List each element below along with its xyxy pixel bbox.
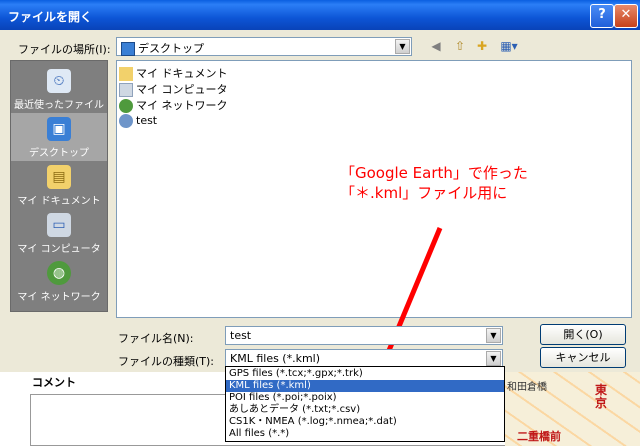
- annotation-line-2: 「＊.kml」ファイル用に: [340, 184, 508, 202]
- globe-file-icon: [119, 114, 133, 128]
- place-label: 最近使ったファイル: [14, 100, 104, 111]
- place-label: マイ ドキュメント: [17, 196, 101, 207]
- background-map: 和田倉橋 東京 二重橋前: [505, 372, 640, 446]
- filetype-option[interactable]: あしあとデータ (*.txt;*.csv): [226, 404, 504, 416]
- list-item[interactable]: test: [119, 114, 157, 130]
- filetype-option[interactable]: All files (*.*): [226, 428, 504, 440]
- file-name: マイ コンピュータ: [136, 83, 228, 96]
- cancel-button[interactable]: キャンセル: [540, 347, 626, 368]
- file-name: test: [136, 114, 158, 127]
- open-file-dialog: コメント 和田倉橋 東京 二重橋前 ファイルを開く ? ✕ ファイルの場所(I)…: [0, 0, 640, 446]
- filename-value: test: [230, 329, 252, 342]
- list-item[interactable]: マイ コンピュータ: [119, 81, 228, 97]
- map-label-wadakura: 和田倉橋: [507, 382, 547, 393]
- place-my-network[interactable]: ◍ マイ ネットワーク: [11, 257, 107, 305]
- place-desktop[interactable]: ▣ デスクトップ: [11, 113, 107, 161]
- list-item[interactable]: マイ ドキュメント: [119, 65, 228, 81]
- place-label: デスクトップ: [29, 148, 89, 159]
- annotation-line-1: 「Google Earth」で作った: [340, 164, 528, 182]
- my-computer-icon: ▭: [47, 213, 71, 237]
- map-label-tokyo: 東京: [595, 383, 608, 410]
- places-bar: ⏲ 最近使ったファイル ▣ デスクトップ ▤ マイ ドキュメント ▭ マイ コン…: [10, 60, 108, 312]
- place-my-documents[interactable]: ▤ マイ ドキュメント: [11, 161, 107, 209]
- filetype-value: KML files (*.kml): [230, 352, 321, 365]
- filetype-dropdown[interactable]: GPS files (*.tcx;*.gpx;*.trk) KML files …: [225, 366, 505, 442]
- list-item[interactable]: マイ ネットワーク: [119, 97, 228, 113]
- file-name: マイ ドキュメント: [136, 67, 228, 80]
- window-title: ファイルを開く: [8, 10, 93, 24]
- filetype-option[interactable]: POI files (*.poi;*.poix): [226, 392, 504, 404]
- my-documents-icon: ▤: [47, 165, 71, 189]
- comment-label: コメント: [32, 376, 76, 389]
- close-button[interactable]: ✕: [614, 4, 638, 28]
- back-icon[interactable]: ◀: [428, 38, 444, 54]
- annotation-text: 「Google Earth」で作った 「＊.kml」ファイル用に: [340, 163, 528, 203]
- help-button[interactable]: ?: [590, 4, 614, 28]
- place-label: マイ ネットワーク: [17, 292, 101, 303]
- recent-documents-icon: ⏲: [47, 69, 71, 93]
- place-my-computer[interactable]: ▭ マイ コンピュータ: [11, 209, 107, 257]
- filetype-option[interactable]: GPS files (*.tcx;*.gpx;*.trk): [226, 368, 504, 380]
- new-folder-icon[interactable]: ✚: [474, 38, 490, 54]
- lookin-value: デスクトップ: [121, 40, 204, 56]
- open-button[interactable]: 開く(O): [540, 324, 626, 345]
- filetype-option-selected[interactable]: KML files (*.kml): [226, 380, 504, 392]
- my-network-icon: ◍: [47, 261, 71, 285]
- chevron-down-icon[interactable]: ▼: [486, 351, 501, 366]
- folder-icon: [119, 67, 133, 81]
- filetype-label: ファイルの種類(T):: [118, 355, 215, 368]
- map-label-nijubashimae: 二重橋前: [517, 430, 561, 443]
- view-menu-icon[interactable]: ▦▾: [498, 38, 520, 54]
- filetype-option[interactable]: CS1K・NMEA (*.log;*.nmea;*.dat): [226, 416, 504, 428]
- file-name: マイ ネットワーク: [136, 99, 228, 112]
- place-label: マイ コンピュータ: [17, 244, 101, 255]
- lookin-value-text: デスクトップ: [138, 42, 204, 55]
- network-icon: [119, 99, 133, 113]
- lookin-combo[interactable]: デスクトップ ▼: [116, 37, 412, 56]
- filename-input[interactable]: test ▼: [225, 326, 503, 345]
- filename-label: ファイル名(N):: [118, 332, 194, 345]
- computer-icon: [119, 83, 133, 97]
- up-folder-icon[interactable]: ⇧: [452, 38, 468, 54]
- desktop-small-icon: [121, 42, 135, 56]
- desktop-icon: ▣: [47, 117, 71, 141]
- chevron-down-icon[interactable]: ▼: [486, 328, 501, 343]
- chevron-down-icon[interactable]: ▼: [395, 39, 410, 54]
- lookin-label: ファイルの場所(I):: [18, 43, 111, 56]
- title-bar: ファイルを開く ? ✕: [0, 0, 640, 30]
- place-recent[interactable]: ⏲ 最近使ったファイル: [11, 65, 107, 113]
